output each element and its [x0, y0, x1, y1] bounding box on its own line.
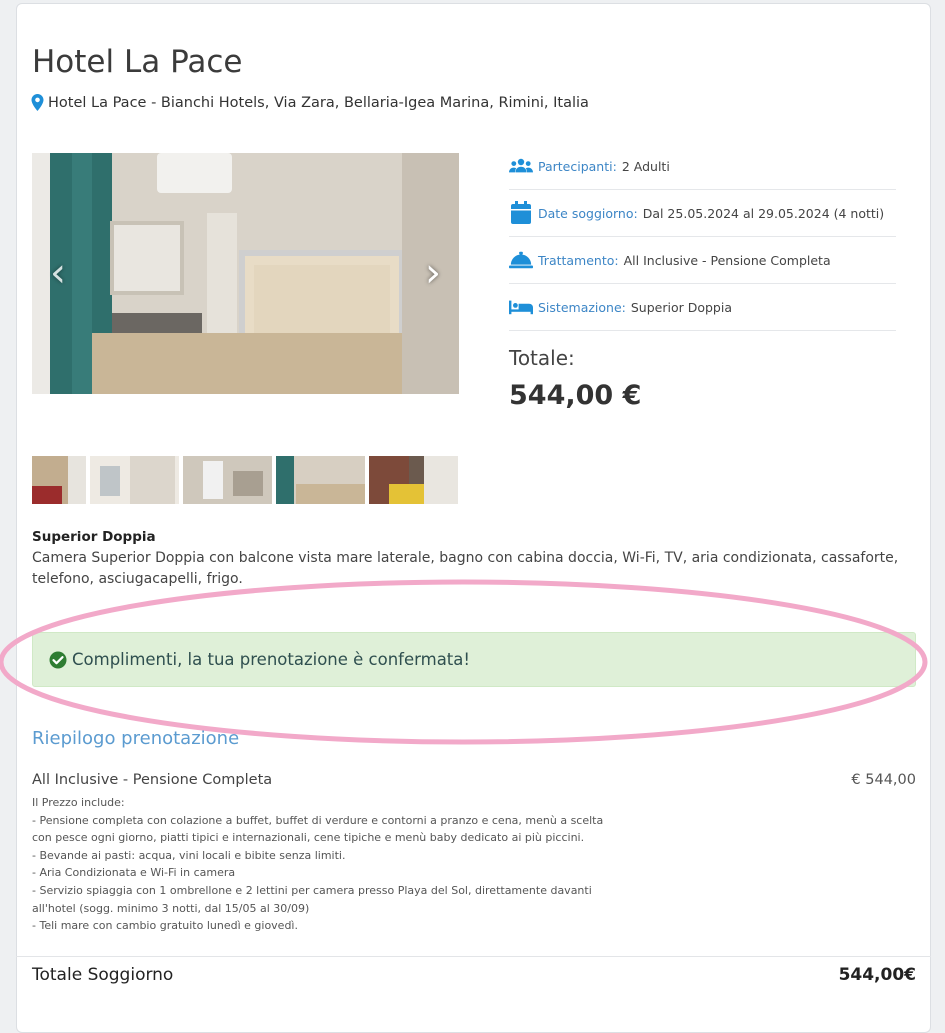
thumbnail-4[interactable] — [276, 456, 365, 504]
room-label: Sistemazione: — [538, 299, 626, 315]
includes-line: - Servizio spiaggia con 1 ombrellone e 2… — [32, 883, 592, 915]
divider — [16, 956, 931, 957]
includes-line: - Pensione completa con colazione a buff… — [32, 813, 604, 845]
participants-value: 2 Adulti — [621, 158, 670, 174]
thumbnail-5[interactable] — [369, 456, 458, 504]
summary-title: Riepilogo prenotazione — [32, 728, 240, 749]
summary-item-name: All Inclusive - Pensione Completa — [32, 772, 273, 788]
total-value: 544,00 € — [509, 380, 642, 411]
room-description: Camera Superior Doppia con balcone vista… — [32, 550, 899, 587]
thumbnail-2[interactable] — [90, 456, 179, 504]
room-row: Sistemazione: Superior Doppia — [509, 284, 896, 331]
bed-icon — [509, 300, 533, 315]
participants-row: Partecipanti: 2 Adulti — [509, 143, 896, 190]
price-includes: Il Prezzo include: - Pensione completa c… — [32, 794, 622, 935]
participants-label: Partecipanti: — [538, 158, 617, 174]
booking-details: Partecipanti: 2 Adulti Date soggiorno: D… — [509, 143, 896, 331]
thumbnail-1[interactable] — [32, 456, 86, 504]
check-circle-icon — [49, 651, 67, 668]
treatment-label: Trattamento: — [538, 252, 619, 268]
carousel-prev-icon[interactable]: ‹ — [50, 253, 66, 293]
room-name: Superior Doppia — [32, 529, 156, 545]
includes-line: Il Prezzo include: — [32, 796, 125, 809]
address-text: Hotel La Pace - Bianchi Hotels, Via Zara… — [48, 94, 589, 111]
hotel-title: Hotel La Pace — [32, 44, 243, 80]
treatment-row: Trattamento: All Inclusive - Pensione Co… — [509, 237, 896, 284]
users-icon — [509, 158, 533, 173]
map-pin-icon — [31, 94, 44, 111]
treatment-value: All Inclusive - Pensione Completa — [623, 252, 831, 268]
includes-line: - Bevande ai pasti: acqua, vini locali e… — [32, 848, 346, 862]
thumbnail-3[interactable] — [183, 456, 272, 504]
dates-label: Date soggiorno: — [538, 205, 638, 221]
hotel-address: Hotel La Pace - Bianchi Hotels, Via Zara… — [31, 94, 589, 111]
carousel-next-icon[interactable]: › — [425, 253, 441, 293]
includes-line: - Aria Condizionata e Wi-Fi in camera — [32, 866, 236, 880]
dates-value: Dal 25.05.2024 al 29.05.2024 (4 notti) — [642, 205, 885, 221]
service-bell-icon — [509, 251, 533, 269]
booking-confirmed-alert: Complimenti, la tua prenotazione è confe… — [32, 632, 916, 687]
total-label: Totale: — [509, 346, 575, 370]
summary-item-price: € 544,00 — [851, 772, 916, 788]
grand-total-label: Totale Soggiorno — [32, 965, 174, 985]
dates-row: Date soggiorno: Dal 25.05.2024 al 29.05.… — [509, 190, 896, 237]
calendar-icon — [511, 201, 531, 224]
includes-line: - Teli mare con cambio gratuito lunedì e… — [32, 919, 298, 933]
photo-thumbnails — [32, 456, 458, 504]
alert-message: Complimenti, la tua prenotazione è confe… — [72, 650, 471, 669]
room-photo-carousel[interactable]: ‹ › — [32, 153, 459, 394]
grand-total-value: 544,00€ — [838, 965, 916, 985]
room-photo — [32, 153, 459, 394]
room-value: Superior Doppia — [630, 299, 732, 315]
